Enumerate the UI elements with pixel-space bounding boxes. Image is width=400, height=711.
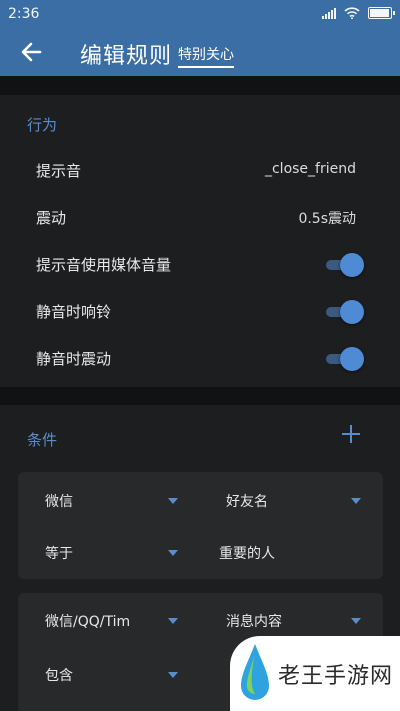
add-condition-button[interactable]: [342, 425, 360, 443]
toggle-thumb: [340, 253, 364, 277]
conditions-section-title: 条件: [27, 431, 58, 449]
app-bar: 编辑规则 特别关心: [0, 28, 400, 76]
field-dropdown-value: 好友名: [226, 494, 268, 510]
app-dropdown[interactable]: 微信: [45, 485, 185, 515]
dropdown-arrow-icon: [351, 618, 361, 624]
behavior-section: 行为 提示音 _close_friend 震动 0.5s震动 提示音使用媒体音量…: [0, 95, 400, 387]
condition-card: 微信 好友名 等于 重要的人: [18, 472, 383, 579]
condition-value-text: 重要的人: [219, 546, 275, 562]
vibrate-when-silent-row: 静音时震动: [0, 336, 400, 382]
sound-label: 提示音: [36, 162, 82, 180]
watermark-text: 老王手游网: [278, 664, 394, 689]
dropdown-arrow-icon: [168, 672, 178, 678]
vibration-value: 0.5s震动: [298, 211, 356, 227]
operator-dropdown[interactable]: 包含: [45, 659, 185, 689]
ring-when-silent-toggle[interactable]: [326, 300, 364, 324]
toggle-thumb: [340, 300, 364, 324]
dropdown-arrow-icon: [168, 618, 178, 624]
status-bar: 2:36: [0, 0, 400, 28]
wifi-icon: [344, 7, 360, 19]
field-dropdown[interactable]: 消息内容: [226, 605, 376, 635]
page-title: 编辑规则: [80, 44, 173, 69]
vibration-setting-row[interactable]: 震动 0.5s震动: [0, 195, 400, 241]
app-dropdown-value: 微信/QQ/Tim: [45, 614, 131, 630]
ring-when-silent-label: 静音时响铃: [36, 303, 112, 321]
media-volume-label: 提示音使用媒体音量: [36, 256, 172, 274]
signal-icon: [322, 7, 336, 19]
app-dropdown[interactable]: 微信/QQ/Tim: [45, 605, 185, 635]
back-arrow-icon[interactable]: [16, 38, 46, 66]
battery-icon: [368, 7, 395, 19]
dropdown-arrow-icon: [168, 550, 178, 556]
rule-name-field[interactable]: 特别关心: [178, 44, 234, 68]
vibrate-when-silent-label: 静音时震动: [36, 350, 112, 368]
field-dropdown[interactable]: 好友名: [226, 485, 376, 515]
field-dropdown-value: 消息内容: [226, 614, 282, 630]
media-volume-toggle[interactable]: [326, 253, 364, 277]
watermark: 老王手游网: [230, 636, 400, 711]
dropdown-arrow-icon: [168, 498, 178, 504]
sound-setting-row[interactable]: 提示音 _close_friend: [0, 148, 400, 194]
operator-dropdown-value: 等于: [45, 546, 73, 562]
dropdown-arrow-icon: [351, 498, 361, 504]
ring-when-silent-row: 静音时响铃: [0, 289, 400, 335]
vibrate-when-silent-toggle[interactable]: [326, 347, 364, 371]
operator-dropdown-value: 包含: [45, 668, 73, 684]
operator-dropdown[interactable]: 等于: [45, 537, 185, 567]
vibration-label: 震动: [36, 209, 67, 227]
sound-value: _close_friend: [264, 161, 356, 177]
status-icons: [322, 7, 395, 19]
condition-value-input[interactable]: 重要的人: [219, 537, 369, 567]
toggle-thumb: [340, 347, 364, 371]
status-time: 2:36: [8, 6, 40, 22]
app-dropdown-value: 微信: [45, 494, 73, 510]
media-volume-row: 提示音使用媒体音量: [0, 242, 400, 288]
water-drop-logo-icon: [241, 644, 269, 700]
behavior-section-title: 行为: [27, 116, 58, 134]
